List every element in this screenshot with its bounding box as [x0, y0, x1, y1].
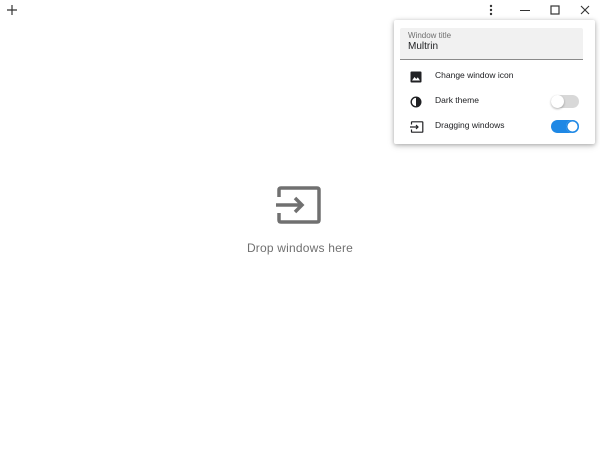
dark-theme-label: Dark theme [435, 95, 479, 105]
window-title-input[interactable] [408, 41, 568, 52]
input-arrow-icon [410, 120, 424, 133]
close-button[interactable] [570, 0, 600, 20]
dragging-windows-toggle[interactable] [551, 120, 579, 133]
close-icon [580, 5, 590, 15]
dragging-windows-label: Dragging windows [435, 120, 505, 130]
dark-theme-toggle[interactable] [551, 95, 579, 108]
dark-theme-item[interactable]: Dark theme [394, 89, 595, 113]
minimize-button[interactable] [510, 0, 540, 20]
minimize-icon [520, 10, 530, 11]
dragging-windows-item[interactable]: Dragging windows [394, 114, 595, 138]
settings-popup: Window title Change window icon Dark the… [394, 20, 595, 144]
drop-hint-text: Drop windows here [246, 241, 354, 255]
add-tab-button[interactable] [4, 2, 20, 18]
more-vert-icon [489, 4, 493, 16]
plus-icon [7, 5, 17, 15]
window-title-field[interactable]: Window title [400, 28, 583, 60]
toggle-knob [551, 95, 564, 108]
contrast-icon [410, 95, 422, 108]
change-window-icon-label: Change window icon [435, 70, 514, 80]
window-title-label: Window title [408, 31, 452, 40]
maximize-icon [550, 5, 560, 15]
app-window: Drop windows here Window title Change wi… [0, 0, 600, 466]
maximize-button[interactable] [540, 0, 570, 20]
change-window-icon-item[interactable]: Change window icon [394, 64, 595, 88]
toggle-knob [566, 120, 579, 133]
input-arrow-icon [276, 186, 321, 224]
menu-button[interactable] [476, 0, 506, 20]
image-icon [410, 70, 422, 83]
